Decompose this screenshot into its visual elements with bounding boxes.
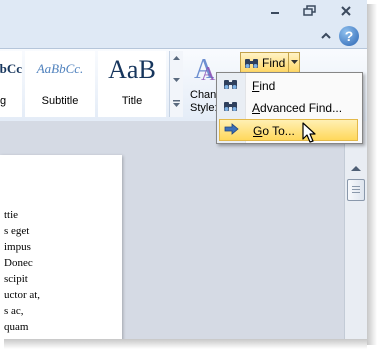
style-label: Title [121,95,143,107]
svg-text:A: A [201,63,216,82]
minimize-icon [271,12,279,14]
document-page[interactable]: ttie s eget impus Donec scipit uctor at,… [0,155,122,339]
find-dropdown-menu: Find Advanced Find... Go To... [216,72,363,144]
minimize-button[interactable] [261,2,289,20]
document-line: impus [4,241,31,253]
document-line: s eget [4,225,30,237]
ribbon-tab-strip: ? [0,24,367,48]
mouse-cursor-icon [302,122,316,143]
chevron-up-icon[interactable] [320,31,332,41]
style-normal[interactable]: AaBbCc g [0,51,22,117]
binoculars-icon [224,102,237,111]
vertical-scrollbar[interactable] [344,121,367,339]
menu-item-go-to[interactable]: Go To... [219,119,358,141]
menu-item-label: Find [252,79,275,93]
label-rest: ind [259,79,276,93]
accelerator-key: G [253,124,263,138]
style-sample: AaB [108,55,156,84]
document-line: quam [4,321,29,333]
document-line: scipit [4,273,28,285]
document-line: Donec [4,257,33,269]
style-label: Subtitle [41,95,79,107]
menu-item-label: Go To... [253,124,295,138]
find-split-button[interactable]: Find [240,52,300,73]
change-styles-label-line2: Style: [190,102,218,114]
document-line: s ac, [4,305,24,317]
menu-item-advanced-find[interactable]: Advanced Find... [219,97,358,119]
word-window: ? AaBbCc g AaBbCc. Subtitle AaB Title A … [0,0,367,339]
label-rest: o To... [262,124,295,138]
accelerator-key: A [252,101,261,115]
find-button-label: Find [262,56,286,70]
menu-item-label: Advanced Find... [252,101,342,115]
change-styles-button[interactable]: A A Chan Style: [188,51,218,117]
title-bar [0,0,367,24]
find-dropdown-arrow[interactable] [288,53,300,72]
document-line: uctor at, [4,289,41,301]
restore-icon [303,5,316,16]
style-label: g [0,95,7,107]
chevron-up-icon[interactable] [172,55,181,61]
window-shadow-right [367,4,377,345]
binoculars-icon [224,80,237,89]
close-button[interactable] [332,2,360,20]
chevron-down-icon [291,60,298,64]
style-sample: AaBbCc [0,61,22,76]
restore-button[interactable] [296,2,324,20]
label-rest: dvanced Find... [260,101,343,115]
close-icon [341,6,351,16]
scroll-up-icon[interactable] [350,165,362,172]
document-area: ttie s eget impus Donec scipit uctor at,… [0,121,344,339]
arrow-right-icon [224,123,239,135]
document-line: ttie [4,209,19,221]
style-title[interactable]: AaB Title [98,51,166,117]
gallery-scroll [169,51,183,117]
scroll-thumb[interactable] [347,179,365,201]
help-icon[interactable]: ? [339,26,359,46]
change-styles-label-line1: Chan [190,89,217,101]
more-icon[interactable] [172,99,181,109]
window-shadow-bottom [4,339,367,349]
style-sample: AaBbCc. [36,61,84,76]
binoculars-icon [245,59,258,68]
style-subtitle[interactable]: AaBbCc. Subtitle [25,51,95,117]
change-styles-icon: A A [194,54,216,82]
menu-item-find[interactable]: Find [219,75,358,97]
chevron-down-icon[interactable] [172,77,181,83]
